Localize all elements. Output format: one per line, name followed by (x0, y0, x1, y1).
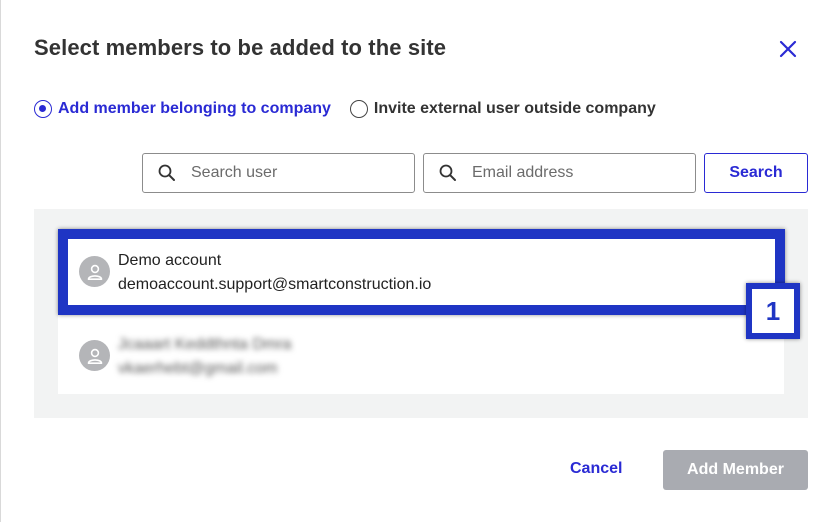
user-icon (87, 348, 102, 364)
result-name: Demo account (118, 252, 222, 269)
result-email-blurred: vkaerhebt@gmail.com (118, 360, 278, 377)
result-item[interactable]: Demo account demoaccount.support@smartco… (58, 230, 784, 310)
search-icon (158, 164, 175, 181)
result-item[interactable]: Jcaaart Keddthnta Dmra vkaerhebt@gmail.c… (58, 314, 784, 394)
radio-external-user[interactable]: Invite external user outside company (349, 100, 656, 118)
radio-label: Invite external user outside company (373, 100, 656, 117)
avatar (79, 340, 110, 371)
search-button[interactable]: Search (704, 153, 808, 193)
email-address-input[interactable] (472, 164, 672, 182)
radio-button[interactable] (349, 100, 368, 118)
select-members-dialog: Select members to be added to the site A… (0, 0, 837, 522)
cancel-button[interactable]: Cancel (570, 460, 622, 478)
annotation-step-badge: 1 (746, 283, 800, 339)
search-user-field[interactable] (142, 153, 415, 193)
add-member-button[interactable]: Add Member (663, 450, 808, 490)
user-icon (87, 264, 102, 280)
search-user-input[interactable] (191, 164, 391, 182)
result-email: demoaccount.support@smartconstruction.io (118, 276, 432, 293)
radio-label: Add member belonging to company (58, 100, 331, 117)
search-results-list: Demo account demoaccount.support@smartco… (34, 209, 808, 418)
search-icon (439, 164, 456, 181)
result-name-blurred: Jcaaart Keddthnta Dmra (118, 336, 292, 353)
email-address-field[interactable] (423, 153, 696, 193)
radio-button-selected[interactable] (34, 100, 52, 118)
avatar (79, 256, 110, 287)
close-icon[interactable] (775, 36, 801, 62)
member-type-radio-group: Add member belonging to company Invite e… (34, 100, 656, 118)
radio-company-member[interactable]: Add member belonging to company (34, 100, 331, 118)
dialog-title: Select members to be added to the site (34, 35, 447, 60)
